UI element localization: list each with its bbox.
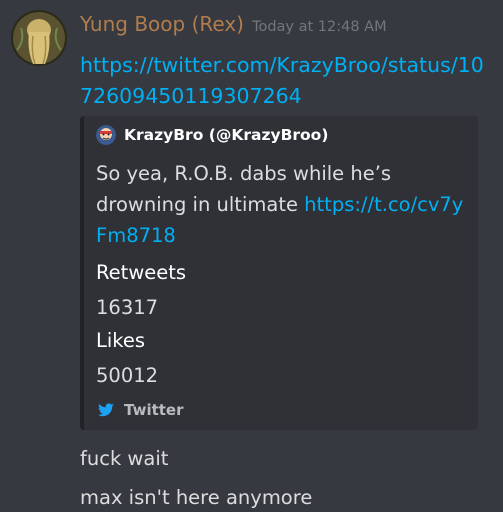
field-name-likes: Likes (96, 329, 146, 352)
timestamp: Today at 12:48 AM (252, 19, 387, 35)
avatar-icon (11, 10, 67, 66)
username[interactable]: Yung Boop (Rex) (80, 12, 244, 36)
embed-footer-text: Twitter (124, 401, 184, 419)
twitter-bird-icon (98, 403, 114, 417)
embed-description: So yea, R.O.B. dabs while he’s drowning … (96, 158, 468, 251)
user-avatar[interactable] (11, 10, 67, 66)
author-avatar-icon (96, 125, 116, 145)
message-header: Yung Boop (Rex) Today at 12:48 AM (80, 12, 387, 36)
field-value-retweets: 16317 (96, 296, 159, 319)
field-name-retweets: Retweets (96, 261, 187, 284)
embed-footer: Twitter (98, 401, 184, 419)
tweet-embed: KrazyBro (@KrazyBroo) So yea, R.O.B. dab… (80, 116, 478, 430)
message-text: max isn't here anymore (80, 486, 313, 509)
embed-author-name[interactable]: KrazyBro (@KrazyBroo) (124, 126, 328, 144)
message-link[interactable]: https://twitter.com/KrazyBroo/status/107… (80, 50, 495, 112)
message-text: fuck wait (80, 447, 169, 470)
field-value-likes: 50012 (96, 364, 159, 387)
embed-author: KrazyBro (@KrazyBroo) (96, 125, 328, 145)
